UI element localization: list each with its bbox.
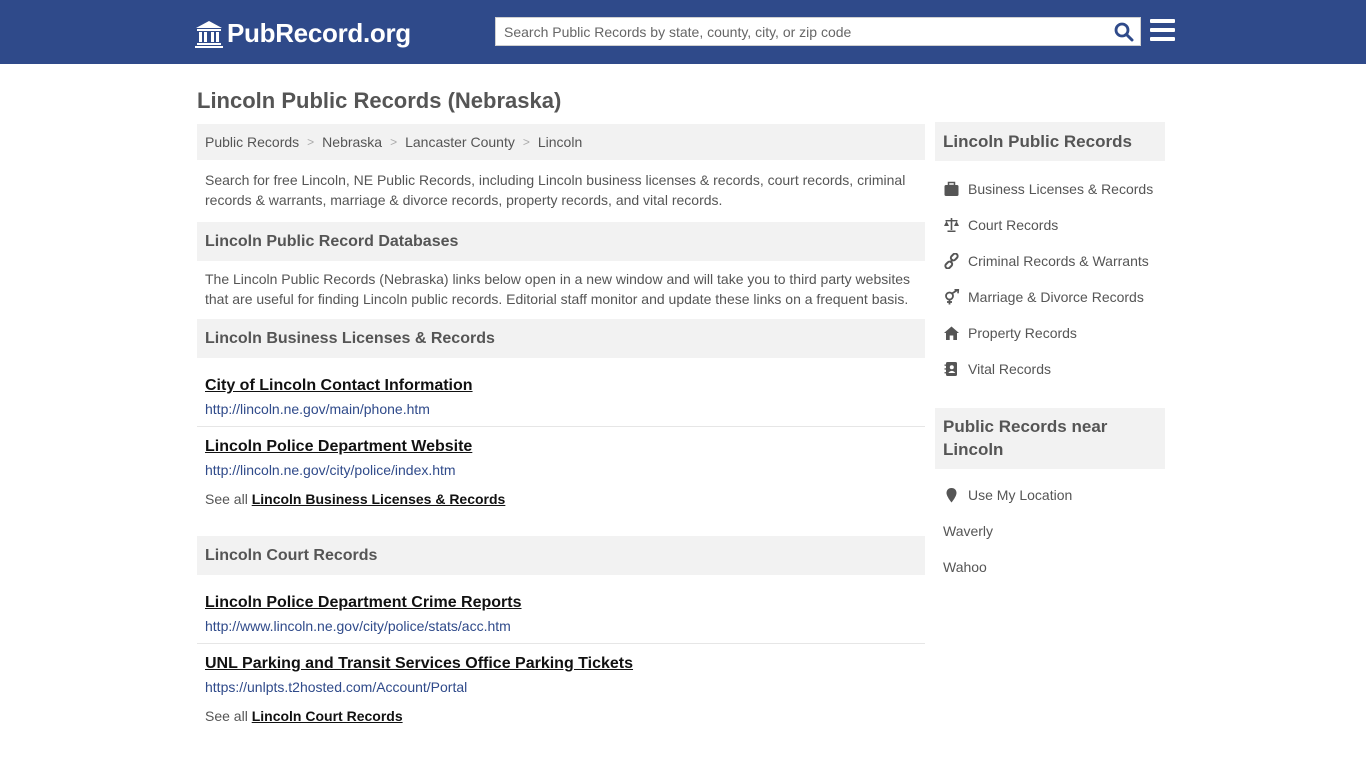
sidebar-item-label: Business Licenses & Records — [968, 181, 1154, 197]
record-url: http://www.lincoln.ne.gov/city/police/st… — [205, 618, 511, 634]
sidebar-item-marriage[interactable]: Marriage & Divorce Records — [935, 279, 1165, 315]
site-logo[interactable]: PubRecord.org — [195, 18, 411, 49]
record-item: Lincoln Police Department Website http:/… — [197, 438, 925, 478]
see-all-court-link[interactable]: Lincoln Court Records — [252, 708, 403, 724]
sidebar-records-heading: Lincoln Public Records — [935, 122, 1165, 161]
sidebar-item-property[interactable]: Property Records — [935, 315, 1165, 351]
record-url: http://lincoln.ne.gov/city/police/index.… — [205, 462, 456, 478]
breadcrumb-separator: > — [307, 135, 315, 149]
breadcrumb-separator: > — [390, 135, 398, 149]
nearby-place-link[interactable]: Wahoo — [935, 549, 1165, 585]
sidebar-item-label: Court Records — [968, 217, 1059, 233]
record-url: http://lincoln.ne.gov/main/phone.htm — [205, 401, 430, 417]
home-icon — [944, 326, 959, 340]
courthouse-icon — [195, 20, 223, 48]
balance-scale-icon — [944, 218, 959, 232]
sidebar-item-business[interactable]: Business Licenses & Records — [935, 171, 1165, 207]
search-input[interactable] — [496, 18, 1096, 45]
record-title-link[interactable]: Lincoln Police Department Crime Reports — [205, 594, 917, 612]
breadcrumb-separator: > — [522, 135, 530, 149]
search-box — [495, 17, 1141, 46]
divider — [197, 426, 925, 427]
sidebar-item-label: Property Records — [968, 325, 1077, 341]
record-title-link[interactable]: City of Lincoln Contact Information — [205, 377, 917, 395]
use-my-location-label: Use My Location — [968, 487, 1073, 503]
logo-text: PubRecord.org — [227, 18, 411, 48]
link-icon — [944, 253, 959, 269]
map-marker-icon — [946, 488, 957, 503]
record-item: City of Lincoln Contact Information http… — [197, 377, 925, 417]
divider — [197, 643, 925, 644]
record-title-link[interactable]: UNL Parking and Transit Services Office … — [205, 655, 917, 673]
court-section-heading: Lincoln Court Records — [197, 536, 925, 575]
intro-text: Search for free Lincoln, NE Public Recor… — [205, 172, 906, 208]
hamburger-menu-icon[interactable] — [1150, 19, 1175, 41]
page-title: Lincoln Public Records (Nebraska) — [197, 88, 562, 113]
main-content: Public Records > Nebraska > Lancaster Co… — [197, 124, 925, 724]
record-title-link[interactable]: Lincoln Police Department Website — [205, 438, 917, 456]
see-all-business-link[interactable]: Lincoln Business Licenses & Records — [252, 491, 506, 507]
record-url: https://unlpts.t2hosted.com/Account/Port… — [205, 679, 468, 695]
breadcrumb: Public Records > Nebraska > Lancaster Co… — [197, 124, 925, 160]
sidebar-nearby-heading: Public Records near Lincoln — [935, 408, 1165, 469]
see-all-row: See all Lincoln Business Licenses & Reco… — [197, 491, 925, 507]
breadcrumb-nebraska[interactable]: Nebraska — [322, 134, 382, 150]
sidebar-item-label: Vital Records — [968, 361, 1052, 377]
sidebar-item-label: Criminal Records & Warrants — [968, 253, 1149, 269]
sidebar-item-criminal[interactable]: Criminal Records & Warrants — [935, 243, 1165, 279]
venus-mars-icon — [945, 289, 960, 305]
databases-text: The Lincoln Public Records (Nebraska) li… — [205, 271, 911, 307]
breadcrumb-public-records[interactable]: Public Records — [205, 134, 299, 150]
record-item: UNL Parking and Transit Services Office … — [197, 655, 925, 695]
sidebar-item-court[interactable]: Court Records — [935, 207, 1165, 243]
nearby-place-link[interactable]: Waverly — [935, 513, 1165, 549]
top-navigation-bar: PubRecord.org — [0, 0, 1366, 64]
use-my-location-link[interactable]: Use My Location — [935, 477, 1165, 513]
record-item: Lincoln Police Department Crime Reports … — [197, 594, 925, 634]
business-section-heading: Lincoln Business Licenses & Records — [197, 319, 925, 358]
breadcrumb-lancaster-county[interactable]: Lancaster County — [405, 134, 515, 150]
sidebar: Lincoln Public Records Business Licenses… — [935, 122, 1165, 585]
databases-heading: Lincoln Public Record Databases — [197, 222, 925, 261]
sidebar-item-vital[interactable]: Vital Records — [935, 351, 1165, 387]
see-all-row: See all Lincoln Court Records — [197, 708, 925, 724]
address-book-icon — [944, 362, 957, 376]
briefcase-icon — [944, 181, 959, 196]
sidebar-item-label: Marriage & Divorce Records — [968, 289, 1144, 305]
search-icon[interactable] — [1114, 22, 1134, 42]
see-all-prefix: See all — [205, 708, 248, 724]
see-all-prefix: See all — [205, 491, 248, 507]
breadcrumb-lincoln[interactable]: Lincoln — [538, 134, 582, 150]
